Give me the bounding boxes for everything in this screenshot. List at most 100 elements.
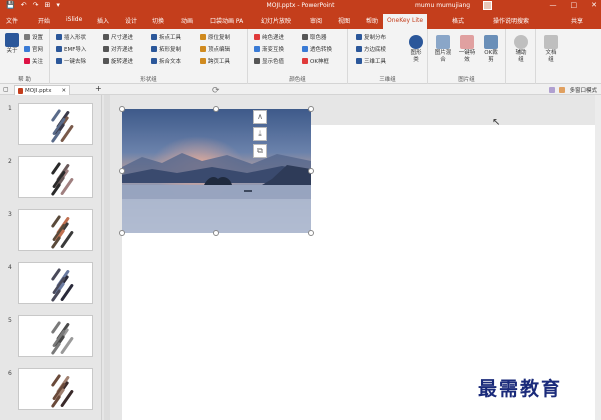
aux-icon (514, 35, 528, 49)
cross-page-label: 跨页工具 (208, 59, 231, 65)
tab-11[interactable]: 帮助 (366, 16, 378, 25)
tab-9[interactable]: 审阅 (310, 16, 322, 25)
slide-thumbnail[interactable] (18, 156, 93, 198)
window-icon[interactable] (549, 87, 556, 93)
remove-button[interactable]: 一键去除 (56, 57, 86, 65)
maximize-icon[interactable]: □ (571, 1, 578, 9)
one-click-effect-button[interactable]: 一键特 效 (456, 35, 478, 64)
website-label: 官网 (32, 47, 44, 53)
show-color-button[interactable]: 显示色值 (254, 57, 284, 65)
shape-type-button[interactable]: 图形 类 (406, 35, 426, 64)
image-blend-button[interactable]: 图片混 合 (432, 35, 454, 64)
tab-1[interactable]: 开始 (38, 16, 50, 25)
tab-7[interactable]: 口袋动画 PA (210, 16, 243, 25)
slide-thumbnail-row[interactable]: 2 (0, 156, 100, 208)
selected-picture[interactable] (122, 109, 311, 233)
slide-thumbnail-row[interactable]: 4 (0, 262, 100, 314)
tab-14[interactable]: 操作说明搜索 (493, 16, 529, 25)
copy-distribute-button[interactable]: 复制分布 (356, 33, 386, 41)
brushstroke-portrait-image (47, 108, 74, 144)
transparency-button[interactable]: 透色转换 (302, 45, 332, 53)
slide-thumbnail[interactable] (18, 103, 93, 145)
resize-handle-right[interactable] (308, 168, 314, 174)
resize-handle-top[interactable] (213, 106, 219, 112)
tab-4[interactable]: 设计 (125, 16, 137, 25)
layout-options-icon[interactable]: ∧ (253, 110, 267, 124)
slide-thumbnail[interactable] (18, 209, 93, 251)
shape-copy-button[interactable]: 拓形复制 (151, 45, 181, 53)
settings-label: 设置 (32, 35, 44, 41)
transparency-label: 透色转换 (310, 47, 333, 53)
3d-tools-button[interactable]: 三维工具 (356, 57, 386, 65)
about-button[interactable]: 关于 (3, 33, 21, 55)
tab-8[interactable]: 幻灯片放映 (261, 16, 291, 25)
ok-frame-button[interactable]: OK神框 (302, 57, 329, 65)
cross-page-button[interactable]: 跨页工具 (200, 57, 230, 65)
document-icon (544, 35, 558, 49)
slide-thumbnail[interactable] (18, 315, 93, 357)
website-button[interactable]: 官网 (24, 45, 43, 53)
brushstroke-portrait-image (47, 161, 74, 197)
resize-handle-bottom-right[interactable] (308, 230, 314, 236)
split-text-button[interactable]: 拆合文本 (151, 57, 181, 65)
vertex-edit-button[interactable]: 顶点编辑 (200, 45, 230, 53)
tab-10[interactable]: 视图 (338, 16, 350, 25)
eyedropper-label: 取色器 (310, 35, 327, 41)
tab-6[interactable]: 动画 (181, 16, 193, 25)
size-step-button[interactable]: 尺寸递进 (103, 33, 133, 41)
tab-2[interactable]: iSlide (66, 16, 82, 23)
rotate-handle-icon[interactable]: ⟳ (212, 86, 220, 96)
tab-13[interactable]: 格式 (452, 16, 464, 25)
tab-0[interactable]: 文件 (6, 16, 18, 25)
text-icon (151, 58, 157, 64)
aux-button[interactable]: 辅助 组 (510, 35, 532, 64)
download-icon[interactable]: ⤓ (253, 127, 267, 141)
user-name[interactable]: mumu mumujiang (415, 2, 470, 9)
close-tab-icon[interactable]: ✕ (61, 88, 66, 94)
tab-3[interactable]: 插入 (97, 16, 109, 25)
resize-handle-bottom[interactable] (213, 230, 219, 236)
align-step-button[interactable]: 对齐递进 (103, 45, 133, 53)
slide-thumbnail-row[interactable]: 6 (0, 368, 100, 420)
resize-handle-top-left[interactable] (119, 106, 125, 112)
slide-thumbnail[interactable] (18, 262, 93, 304)
slide-thumbnail-row[interactable]: 3 (0, 209, 100, 261)
minimize-icon[interactable]: — (550, 1, 557, 9)
follow-button[interactable]: 关注 (24, 57, 43, 65)
gradient-swap-button[interactable]: 渐变互换 (254, 45, 284, 53)
slide-scrollbar[interactable] (595, 95, 601, 420)
tab-5[interactable]: 切换 (152, 16, 164, 25)
slide-thumbnail[interactable] (18, 368, 93, 410)
eyedropper-icon (302, 34, 308, 40)
close-icon[interactable]: ✕ (591, 1, 597, 9)
copy-layers-icon[interactable]: ⧉ (253, 144, 267, 158)
brushstroke-portrait-image (47, 320, 74, 356)
home-icon[interactable]: ▢ (3, 86, 9, 93)
rotate-step-button[interactable]: 旋转递进 (103, 57, 133, 65)
add-tab-button[interactable]: + (95, 84, 102, 93)
gear-icon[interactable] (559, 87, 566, 93)
solid-step-button[interactable]: 纯色递进 (254, 33, 284, 41)
doc-button[interactable]: 文档 组 (540, 35, 562, 64)
resize-handle-bottom-left[interactable] (119, 230, 125, 236)
insert-shape-button[interactable]: 插入形状 (56, 33, 86, 41)
document-tab-label: MOJI.pptx (25, 87, 52, 94)
bevel-button[interactable]: 方边底棱 (356, 45, 386, 53)
split-point-button[interactable]: 拆点工具 (151, 33, 181, 41)
tab-12[interactable]: OneKey Lite (383, 14, 428, 29)
document-tab[interactable]: MOJI.pptx ✕ (14, 85, 71, 95)
slide-thumbnail-row[interactable]: 5 (0, 315, 100, 367)
tab-15[interactable]: 共享 (571, 16, 583, 25)
settings-button[interactable]: 设置 (24, 33, 43, 41)
group-3d: 复制分布 方边底棱 三维工具 图形 类 三维组 (348, 29, 428, 84)
eyedropper-button[interactable]: 取色器 (302, 33, 327, 41)
inplace-copy-button[interactable]: 原位复制 (200, 33, 230, 41)
multi-window-button[interactable]: 多窗口模式 (569, 86, 597, 94)
one-click-effect-label: 一键特 效 (458, 50, 476, 63)
ok-crop-button[interactable]: OK裁 剪 (480, 35, 502, 64)
resize-handle-top-right[interactable] (308, 106, 314, 112)
avatar[interactable] (483, 1, 492, 10)
slide-thumbnail-row[interactable]: 1 (0, 103, 100, 155)
emf-import-button[interactable]: EMF导入 (56, 45, 86, 53)
resize-handle-left[interactable] (119, 168, 125, 174)
